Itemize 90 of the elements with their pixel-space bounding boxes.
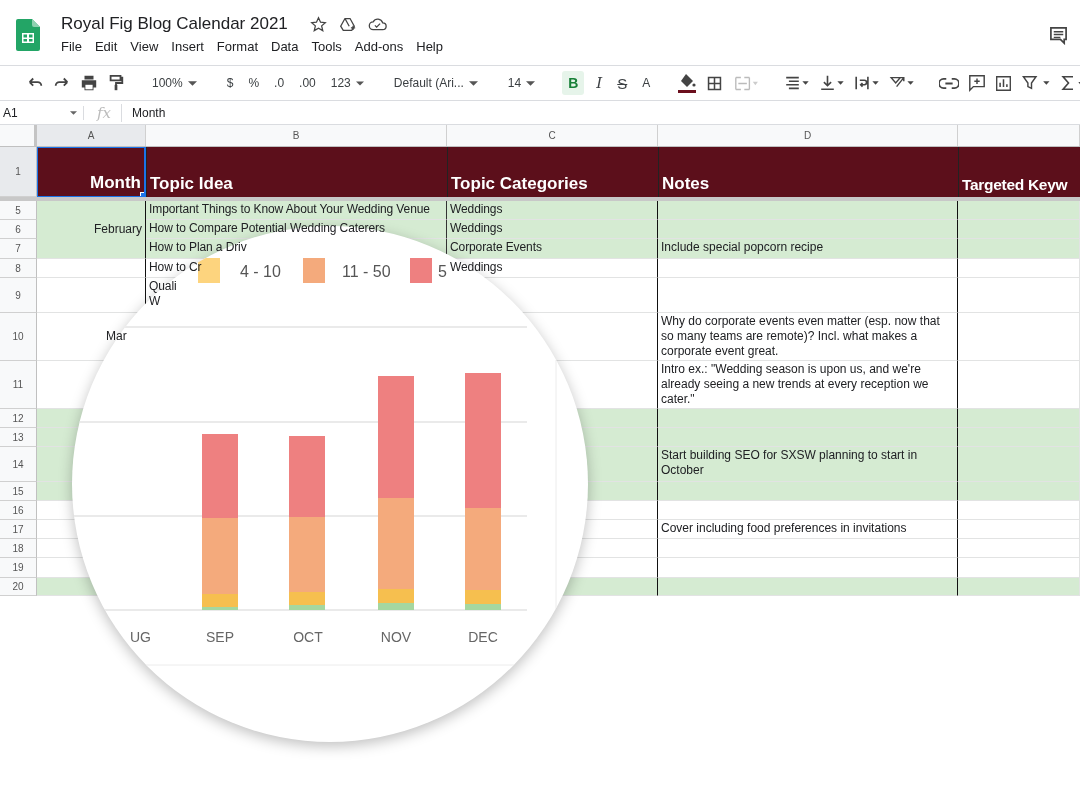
fill-color-icon[interactable] <box>677 72 698 94</box>
row-number[interactable]: 9 <box>0 278 37 313</box>
filter-icon[interactable] <box>1021 74 1052 92</box>
legend-label: 4 - 10 <box>240 263 281 280</box>
borders-icon[interactable] <box>706 74 724 92</box>
table-cell: Important Things to Know About Your Wedding Venue <box>146 201 447 220</box>
column-header[interactable]: D <box>658 125 958 146</box>
caret-icon <box>187 80 197 86</box>
link-icon[interactable] <box>939 76 960 90</box>
menu-item[interactable]: Tools <box>311 39 342 54</box>
row-number[interactable]: 19 <box>0 558 37 578</box>
strikethrough-button[interactable]: S <box>614 71 631 95</box>
row-number[interactable]: 12 <box>0 409 37 428</box>
axis-label: DEC <box>468 629 498 645</box>
drive-icon[interactable] <box>338 15 356 33</box>
table-cell: Weddings <box>447 201 658 220</box>
caret-icon <box>468 80 478 86</box>
header-cell[interactable]: Topic Idea <box>146 147 447 197</box>
number-format-dropdown[interactable]: 123 <box>327 73 367 93</box>
axis-label: OCT <box>293 629 323 645</box>
menu-item[interactable]: View <box>130 39 159 54</box>
row-number[interactable]: 10 <box>0 313 37 361</box>
header-cell[interactable]: Topic Categories <box>447 147 658 197</box>
column-header[interactable]: A <box>37 125 146 146</box>
column-header[interactable]: C <box>447 125 658 146</box>
sheets-logo-icon[interactable] <box>16 19 40 51</box>
axis-label: NOV <box>380 629 412 645</box>
row-number[interactable]: 11 <box>0 361 37 409</box>
table-cell: Cover including food preferences in invitations <box>658 520 958 539</box>
formula-input[interactable]: Month <box>122 105 166 120</box>
row-number[interactable]: 5 <box>0 201 37 220</box>
text-wrap-icon[interactable] <box>854 74 881 92</box>
menu-item[interactable]: Insert <box>171 39 204 54</box>
header-cell[interactable]: Notes <box>658 147 958 197</box>
row-number[interactable]: 8 <box>0 259 37 278</box>
increase-decimals-button[interactable]: .00 <box>296 73 319 93</box>
align-icon[interactable] <box>784 74 811 92</box>
legend-label: 5 <box>438 263 447 280</box>
star-icon[interactable] <box>309 15 327 33</box>
row-number[interactable]: 15 <box>0 482 37 501</box>
name-box[interactable]: A1 <box>0 105 84 120</box>
print-icon[interactable] <box>80 74 98 92</box>
paint-format-icon[interactable] <box>107 74 125 92</box>
font-dropdown[interactable]: Default (Ari... <box>390 73 481 93</box>
table-cell: Include special popcorn recipe <box>658 239 958 259</box>
menu-item[interactable]: File <box>61 39 82 54</box>
row-number[interactable]: 6 <box>0 220 37 239</box>
function-label: fx <box>84 103 122 122</box>
italic-button[interactable]: I <box>593 71 606 95</box>
row-number[interactable]: 7 <box>0 239 37 259</box>
caret-icon <box>355 80 364 86</box>
menu-item[interactable]: Format <box>216 39 258 54</box>
decrease-decimals-button[interactable]: .0 <box>271 73 288 93</box>
row-number[interactable]: 13 <box>0 428 37 447</box>
font-size-dropdown[interactable]: 14 <box>504 73 539 93</box>
axis-label: UG <box>130 629 151 645</box>
text-color-button[interactable]: A <box>639 73 654 93</box>
functions-icon[interactable] <box>1060 74 1080 92</box>
legend-label: 11 - 50 <box>342 263 391 280</box>
menu-item[interactable]: Edit <box>94 39 118 54</box>
cloud-check-icon[interactable] <box>367 16 387 32</box>
zoom-dropdown[interactable]: 100% <box>149 73 200 93</box>
caret-icon <box>526 80 536 86</box>
row-number[interactable]: 16 <box>0 501 37 520</box>
bold-button[interactable]: B <box>562 71 585 95</box>
vertical-align-icon[interactable] <box>819 74 846 92</box>
currency-format-button[interactable]: $ <box>223 73 237 93</box>
table-cell: February <box>37 201 146 259</box>
table-cell: Corporate Events <box>447 239 658 259</box>
chart-icon[interactable] <box>995 74 1013 92</box>
header-cell[interactable]: Targeted Keyw <box>958 147 1080 197</box>
header-cell[interactable]: Month <box>37 147 146 197</box>
row-number[interactable]: 14 <box>0 447 37 482</box>
menu-item[interactable]: Help <box>416 39 443 54</box>
comment-icon[interactable] <box>1049 26 1068 45</box>
table-cell: Why do corporate events even matter (esp. now that so many teams are remote)? Incl. what makes a corporate event great. <box>658 313 958 361</box>
percent-format-button[interactable]: % <box>245 73 263 93</box>
caret-icon <box>70 110 77 115</box>
table-cell: Start building SEO for SXSW planning to start in October <box>658 447 958 482</box>
row-number[interactable]: 1 <box>0 147 37 197</box>
menu-item[interactable]: Data <box>271 39 299 54</box>
row-number[interactable]: 17 <box>0 520 37 539</box>
table-cell: Weddings <box>447 220 658 239</box>
axis-label: SEP <box>206 629 234 645</box>
document-title[interactable]: Royal Fig Blog Calendar 2021 <box>61 14 288 34</box>
column-header[interactable]: B <box>146 125 447 146</box>
menu-item[interactable]: Add-ons <box>354 39 404 54</box>
insert-comment-icon[interactable] <box>968 74 987 92</box>
row-number[interactable]: 20 <box>0 578 37 596</box>
row-number[interactable]: 18 <box>0 539 37 558</box>
